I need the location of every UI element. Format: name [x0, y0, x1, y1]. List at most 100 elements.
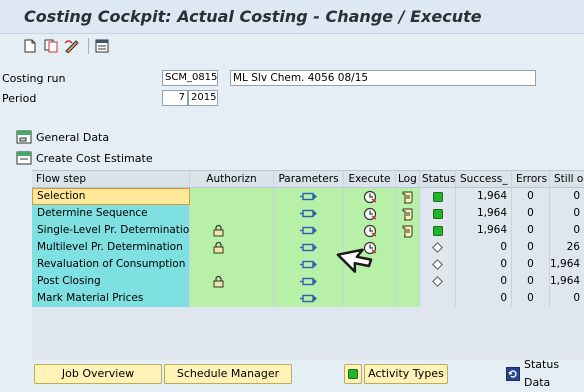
parameters-icon[interactable]: [299, 290, 318, 307]
period-field[interactable]: 7: [162, 90, 188, 106]
bottom-button-bar: Job Overview Schedule Manager Activity T…: [0, 358, 584, 392]
status-data-label: Status Data: [524, 358, 560, 389]
table-row[interactable]: Multilevel Pr. Determination 0 0 26: [32, 239, 584, 256]
log-cell[interactable]: [396, 256, 420, 273]
info-icon[interactable]: [94, 38, 110, 54]
status-green-icon: [432, 205, 443, 222]
log-scroll-icon[interactable]: [401, 222, 415, 239]
copy-icon[interactable]: [43, 38, 59, 54]
authorization-cell[interactable]: [190, 188, 274, 205]
parameters-icon[interactable]: [299, 222, 318, 239]
costing-run-field[interactable]: SCM_0815: [162, 70, 218, 86]
log-cell[interactable]: [396, 188, 420, 205]
lock-icon[interactable]: [212, 239, 225, 256]
authorization-cell[interactable]: [190, 290, 274, 307]
create-cost-estimate-label: Create Cost Estimate: [36, 151, 153, 165]
errors-cell: 0: [512, 256, 550, 273]
lock-icon[interactable]: [212, 222, 225, 239]
log-cell[interactable]: [396, 239, 420, 256]
flow-step-cell[interactable]: Multilevel Pr. Determination: [32, 239, 190, 256]
errors-cell: 0: [512, 273, 550, 290]
parameters-icon[interactable]: [299, 205, 318, 222]
parameters-cell[interactable]: [274, 256, 344, 273]
execute-cell[interactable]: [344, 188, 396, 205]
lock-icon[interactable]: [212, 273, 225, 290]
parameters-cell[interactable]: [274, 290, 344, 307]
parameters-cell[interactable]: [274, 239, 344, 256]
folder-expand-icon[interactable]: [16, 129, 32, 145]
authorization-cell[interactable]: [190, 239, 274, 256]
parameters-icon[interactable]: [299, 239, 318, 256]
header-errors[interactable]: Errors: [512, 171, 550, 188]
flow-step-cell[interactable]: Single-Level Pr. Determination: [32, 222, 190, 239]
log-cell[interactable]: [396, 222, 420, 239]
parameters-cell[interactable]: [274, 205, 344, 222]
folder-collapse-icon[interactable]: [16, 150, 32, 166]
edit-icon[interactable]: [64, 38, 80, 54]
create-cost-estimate-section[interactable]: Create Cost Estimate: [16, 150, 153, 166]
parameters-cell[interactable]: [274, 273, 344, 290]
authorization-cell[interactable]: [190, 205, 274, 222]
header-authorization[interactable]: Authorizn: [190, 171, 274, 188]
flow-step-cell[interactable]: Determine Sequence: [32, 205, 190, 222]
schedule-manager-button[interactable]: Schedule Manager: [164, 364, 292, 384]
parameters-icon[interactable]: [299, 273, 318, 290]
new-icon[interactable]: [22, 38, 38, 54]
header-status[interactable]: Status: [420, 171, 456, 188]
parameters-icon[interactable]: [299, 188, 318, 205]
general-data-section[interactable]: General Data: [16, 129, 109, 145]
flow-steps-grid: Flow step Authorizn Parameters Execute L…: [32, 170, 584, 360]
table-row[interactable]: Determine Sequence 1,964 0 0: [32, 205, 584, 222]
header-success[interactable]: Success_: [456, 171, 512, 188]
empty-row: [32, 307, 584, 324]
parameters-cell[interactable]: [274, 188, 344, 205]
status-data-button[interactable]: Status Data: [506, 358, 584, 389]
year-field[interactable]: 2015: [188, 90, 218, 106]
log-cell[interactable]: [396, 273, 420, 290]
status-inactive-icon: [432, 256, 443, 273]
log-scroll-icon[interactable]: [401, 188, 415, 205]
table-row[interactable]: Mark Material Prices 0 0 0: [32, 290, 584, 307]
status-indicator-button[interactable]: [344, 364, 362, 384]
success-cell: 0: [456, 239, 512, 256]
log-cell[interactable]: [396, 205, 420, 222]
still-open-cell: 0: [550, 205, 584, 222]
execute-cell[interactable]: [344, 205, 396, 222]
execute-cell[interactable]: [344, 222, 396, 239]
still-open-cell: 1,964: [550, 273, 584, 290]
log-scroll-icon[interactable]: [401, 205, 415, 222]
log-cell[interactable]: [396, 290, 420, 307]
job-overview-button[interactable]: Job Overview: [34, 364, 162, 384]
header-parameters[interactable]: Parameters: [274, 171, 344, 188]
execute-clock-icon[interactable]: [363, 205, 377, 222]
period-label: Period: [2, 92, 37, 105]
success-cell: 1,964: [456, 188, 512, 205]
activity-types-button[interactable]: Activity Types: [364, 364, 448, 384]
flow-step-cell[interactable]: Post Closing: [32, 273, 190, 290]
header-flow-step[interactable]: Flow step: [32, 171, 190, 188]
table-row[interactable]: Post Closing 0 0 1,964: [32, 273, 584, 290]
table-row[interactable]: Revaluation of Consumption 0 0 1,964: [32, 256, 584, 273]
still-open-cell: 26: [550, 239, 584, 256]
flow-step-cell[interactable]: Selection: [32, 188, 190, 205]
table-row[interactable]: Single-Level Pr. Determination 1,964 0 0: [32, 222, 584, 239]
success-cell: 1,964: [456, 205, 512, 222]
table-row[interactable]: Selection 1,964 0 0: [32, 188, 584, 205]
parameters-icon[interactable]: [299, 256, 318, 273]
parameters-cell[interactable]: [274, 222, 344, 239]
authorization-cell[interactable]: [190, 273, 274, 290]
authorization-cell[interactable]: [190, 256, 274, 273]
header-log[interactable]: Log: [396, 171, 420, 188]
errors-cell: 0: [512, 290, 550, 307]
flow-step-cell[interactable]: Mark Material Prices: [32, 290, 190, 307]
status-cell: [420, 239, 456, 256]
authorization-cell[interactable]: [190, 222, 274, 239]
costing-run-description-field[interactable]: ML Slv Chem. 4056 08/15: [230, 70, 536, 86]
flow-step-cell[interactable]: Revaluation of Consumption: [32, 256, 190, 273]
header-execute[interactable]: Execute: [344, 171, 396, 188]
execute-clock-icon[interactable]: [363, 188, 377, 205]
execute-clock-icon[interactable]: [363, 222, 377, 239]
header-still-open[interactable]: Still open: [550, 171, 584, 188]
execute-cell[interactable]: [344, 290, 396, 307]
status-green-icon: [432, 222, 443, 239]
